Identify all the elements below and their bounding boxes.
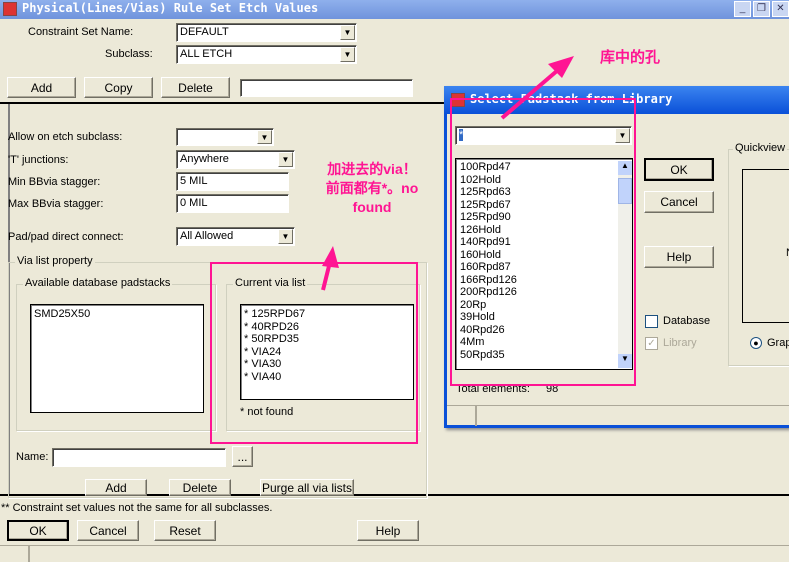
- library-holes-note: 库中的孔: [600, 49, 661, 66]
- added-vias-note: 加进去的via！ 前面都有*。no found: [312, 160, 432, 217]
- note-line: found: [352, 199, 392, 215]
- note-line: 加进去的via！: [327, 161, 417, 177]
- annotation-arrows: [321, 56, 574, 291]
- note-line: 前面都有*。no: [325, 180, 419, 196]
- arrow-to-library: [500, 68, 560, 120]
